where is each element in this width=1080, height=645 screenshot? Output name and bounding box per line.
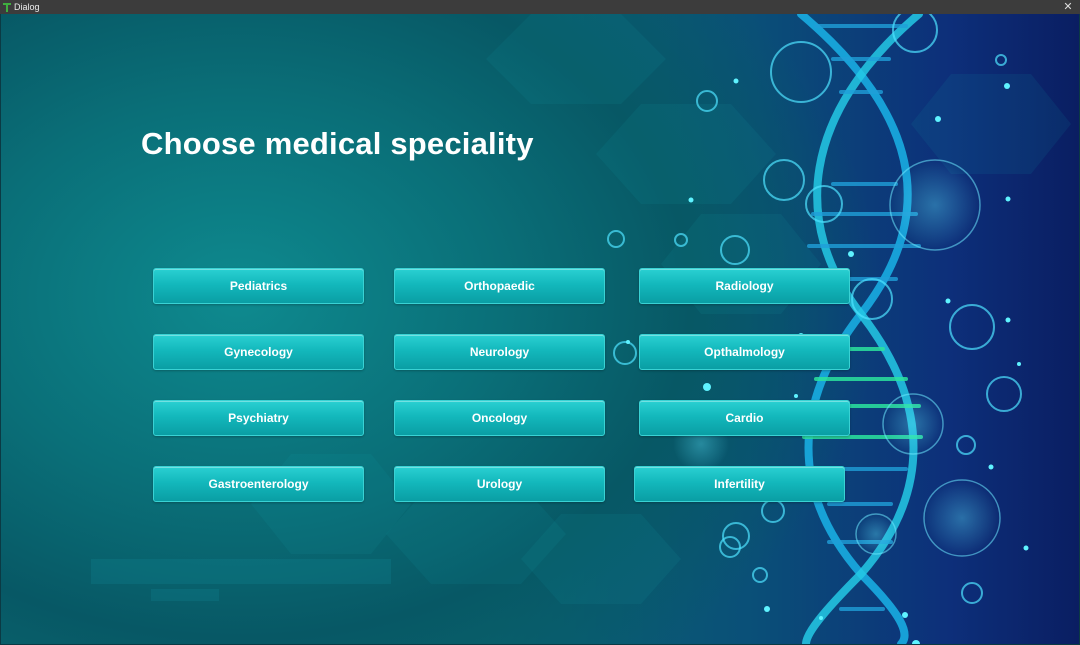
opthalmology-button[interactable]: Opthalmology [639,334,850,370]
orthopaedic-button[interactable]: Orthopaedic [394,268,605,304]
gastroenterology-button[interactable]: Gastroenterology [153,466,364,502]
dna-helix [797,14,923,644]
app-icon [3,3,11,12]
window-titlebar: Dialog ✕ [0,0,1080,14]
dna-background-art [91,14,1071,644]
gynecology-button[interactable]: Gynecology [153,334,364,370]
close-icon[interactable]: ✕ [1062,0,1074,14]
neurology-button[interactable]: Neurology [394,334,605,370]
infertility-button[interactable]: Infertility [634,466,845,502]
window-title: Dialog [14,2,40,12]
page-title: Choose medical speciality [141,126,534,161]
radiology-button[interactable]: Radiology [639,268,850,304]
pediatrics-button[interactable]: Pediatrics [153,268,364,304]
dialog-content: Choose medical speciality Pediatrics Ort… [1,14,1079,644]
psychiatry-button[interactable]: Psychiatry [153,400,364,436]
cardio-button[interactable]: Cardio [639,400,850,436]
urology-button[interactable]: Urology [394,466,605,502]
oncology-button[interactable]: Oncology [394,400,605,436]
